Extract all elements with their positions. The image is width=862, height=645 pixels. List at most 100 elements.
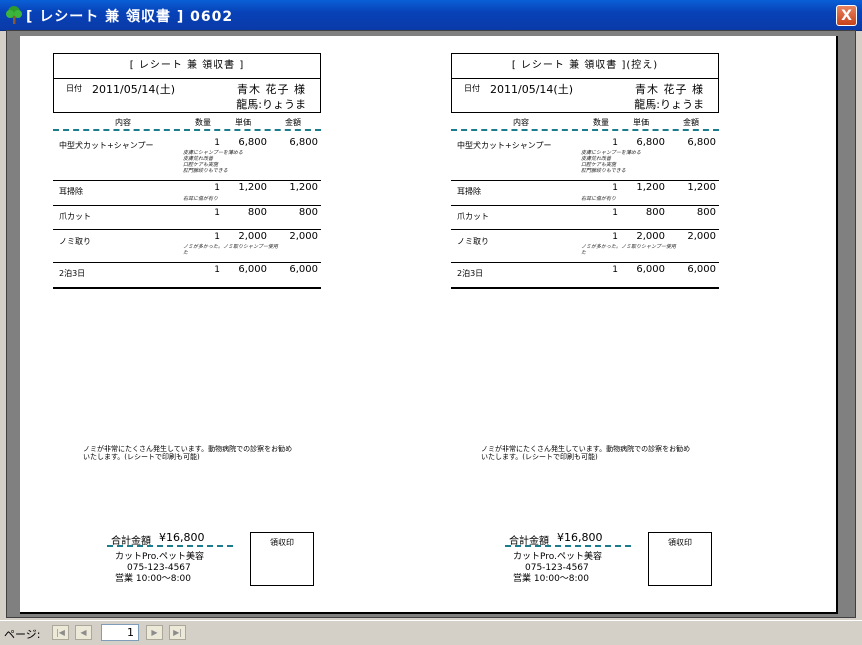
column-header-item: 内容 [115,118,131,127]
row-item: 爪カット [59,212,91,221]
row-divider [53,262,321,263]
customer-name: 青木 花子 様 [635,83,704,96]
receipt-message: ノミが非常にたくさん発生しています。動物病院での診察をお勧め いたします。(レシ… [83,445,293,461]
receipt-copy: [ レシート 兼 領収書 ](控え) 日付 2011/05/14(土) 青木 花… [451,36,721,614]
receipt-header-box: [ レシート 兼 領収書 ](控え) 日付 2011/05/14(土) 青木 花… [451,53,719,113]
column-header-qty: 数量 [593,118,609,127]
row-note: 右耳に傷が有り [183,196,219,202]
row-qty: 1 [612,138,618,148]
row-price: 1,200 [636,182,665,193]
date-label: 日付 [66,84,82,93]
shop-hours: 営業 10:00〜8:00 [513,574,590,584]
row-price: 6,000 [238,264,267,275]
column-header-price: 単価 [633,118,649,127]
title-bar: [ レシート 兼 領収書 ] 0602 X [0,0,862,31]
row-amount: 6,800 [289,137,318,148]
header-divider [451,129,719,131]
receipt-heading: [ レシート 兼 領収書 ] [54,54,320,79]
row-amount: 800 [298,207,318,218]
row-note: 皮膚にシャンプーを薄める 皮膚荒れ改善 口腔ケアも実施 肛門腺絞りもできる [183,150,243,174]
row-divider [53,205,321,206]
tree-icon [6,6,22,24]
row-qty: 1 [214,232,220,242]
row-item: ノミ取り [457,237,489,246]
row-amount: 1,200 [687,182,716,193]
shop-phone: 075-123-4567 [525,563,589,573]
row-item: 中型犬カット+シャンプー [457,141,552,150]
row-amount: 2,000 [687,231,716,242]
row-qty: 1 [612,183,618,193]
row-qty: 1 [214,183,220,193]
row-note: 右耳に傷が有り [581,196,617,202]
close-button[interactable]: X [836,5,857,26]
total-divider [505,545,631,547]
receipt-date: 2011/05/14(土) [490,83,573,96]
window-title: [ レシート 兼 領収書 ] 0602 [26,9,234,25]
row-qty: 1 [612,265,618,275]
record-navigation-bar: ページ: |◀ ◀ 1 ▶ ▶| [0,620,862,645]
row-item: 中型犬カット+シャンプー [59,141,154,150]
row-divider [451,229,719,230]
row-price: 800 [645,207,665,218]
total-value: ¥16,800 [557,531,603,544]
row-qty: 1 [214,265,220,275]
next-page-icon[interactable]: ▶ [146,625,163,640]
prev-page-icon[interactable]: ◀ [75,625,92,640]
header-divider [53,129,321,131]
row-divider [451,180,719,181]
row-note: 皮膚にシャンプーを薄める 皮膚荒れ改善 口腔ケアも実施 肛門腺絞りもできる [581,150,641,174]
row-amount: 2,000 [289,231,318,242]
table-bottom-rule [451,287,719,289]
row-divider [451,262,719,263]
row-note: ノミが多かった。ノミ取りシャンプー使用 た [581,244,676,256]
total-divider [107,545,233,547]
row-item: 2泊3日 [59,269,86,278]
report-page: [ レシート 兼 領収書 ] 日付 2011/05/14(土) 青木 花子 様 … [20,36,838,614]
row-amount: 800 [696,207,716,218]
row-qty: 1 [612,232,618,242]
row-amount: 6,000 [289,264,318,275]
page-label: ページ: [4,628,41,641]
column-header-qty: 数量 [195,118,211,127]
receipt-original: [ レシート 兼 領収書 ] 日付 2011/05/14(土) 青木 花子 様 … [53,36,323,614]
row-price: 6,800 [238,137,267,148]
shop-name: カットPro.ペット美容 [513,552,602,562]
stamp-label: 領収印 [270,538,294,547]
row-item: 2泊3日 [457,269,484,278]
row-divider [451,205,719,206]
row-amount: 6,000 [687,264,716,275]
row-qty: 1 [612,208,618,218]
row-qty: 1 [214,138,220,148]
stamp-label: 領収印 [668,538,692,547]
shop-phone: 075-123-4567 [127,563,191,573]
column-header-amount: 金額 [683,118,699,127]
first-page-icon[interactable]: |◀ [52,625,69,640]
receipt-stamp-box: 領収印 [250,532,314,586]
table-bottom-rule [53,287,321,289]
row-price: 2,000 [636,231,665,242]
row-amount: 1,200 [289,182,318,193]
receipt-message: ノミが非常にたくさん発生しています。動物病院での診察をお勧め いたします。(レシ… [481,445,691,461]
pet-name: 龍馬:りょうま [634,98,704,111]
page-number-input[interactable]: 1 [101,624,139,641]
shop-hours: 営業 10:00〜8:00 [115,574,192,584]
receipt-header-box: [ レシート 兼 領収書 ] 日付 2011/05/14(土) 青木 花子 様 … [53,53,321,113]
row-price: 1,200 [238,182,267,193]
shop-info: カットPro.ペット美容 075-123-4567 営業 10:00〜8:00 [115,552,204,585]
row-price: 800 [247,207,267,218]
column-header-item: 内容 [513,118,529,127]
receipt-heading: [ レシート 兼 領収書 ](控え) [452,54,718,79]
customer-name: 青木 花子 様 [237,83,306,96]
row-divider [53,229,321,230]
row-amount: 6,800 [687,137,716,148]
row-item: 爪カット [457,212,489,221]
receipt-date: 2011/05/14(土) [92,83,175,96]
row-price: 6,000 [636,264,665,275]
column-header-price: 単価 [235,118,251,127]
row-price: 6,800 [636,137,665,148]
row-qty: 1 [214,208,220,218]
row-divider [53,180,321,181]
last-page-icon[interactable]: ▶| [169,625,186,640]
date-label: 日付 [464,84,480,93]
pet-name: 龍馬:りょうま [236,98,306,111]
